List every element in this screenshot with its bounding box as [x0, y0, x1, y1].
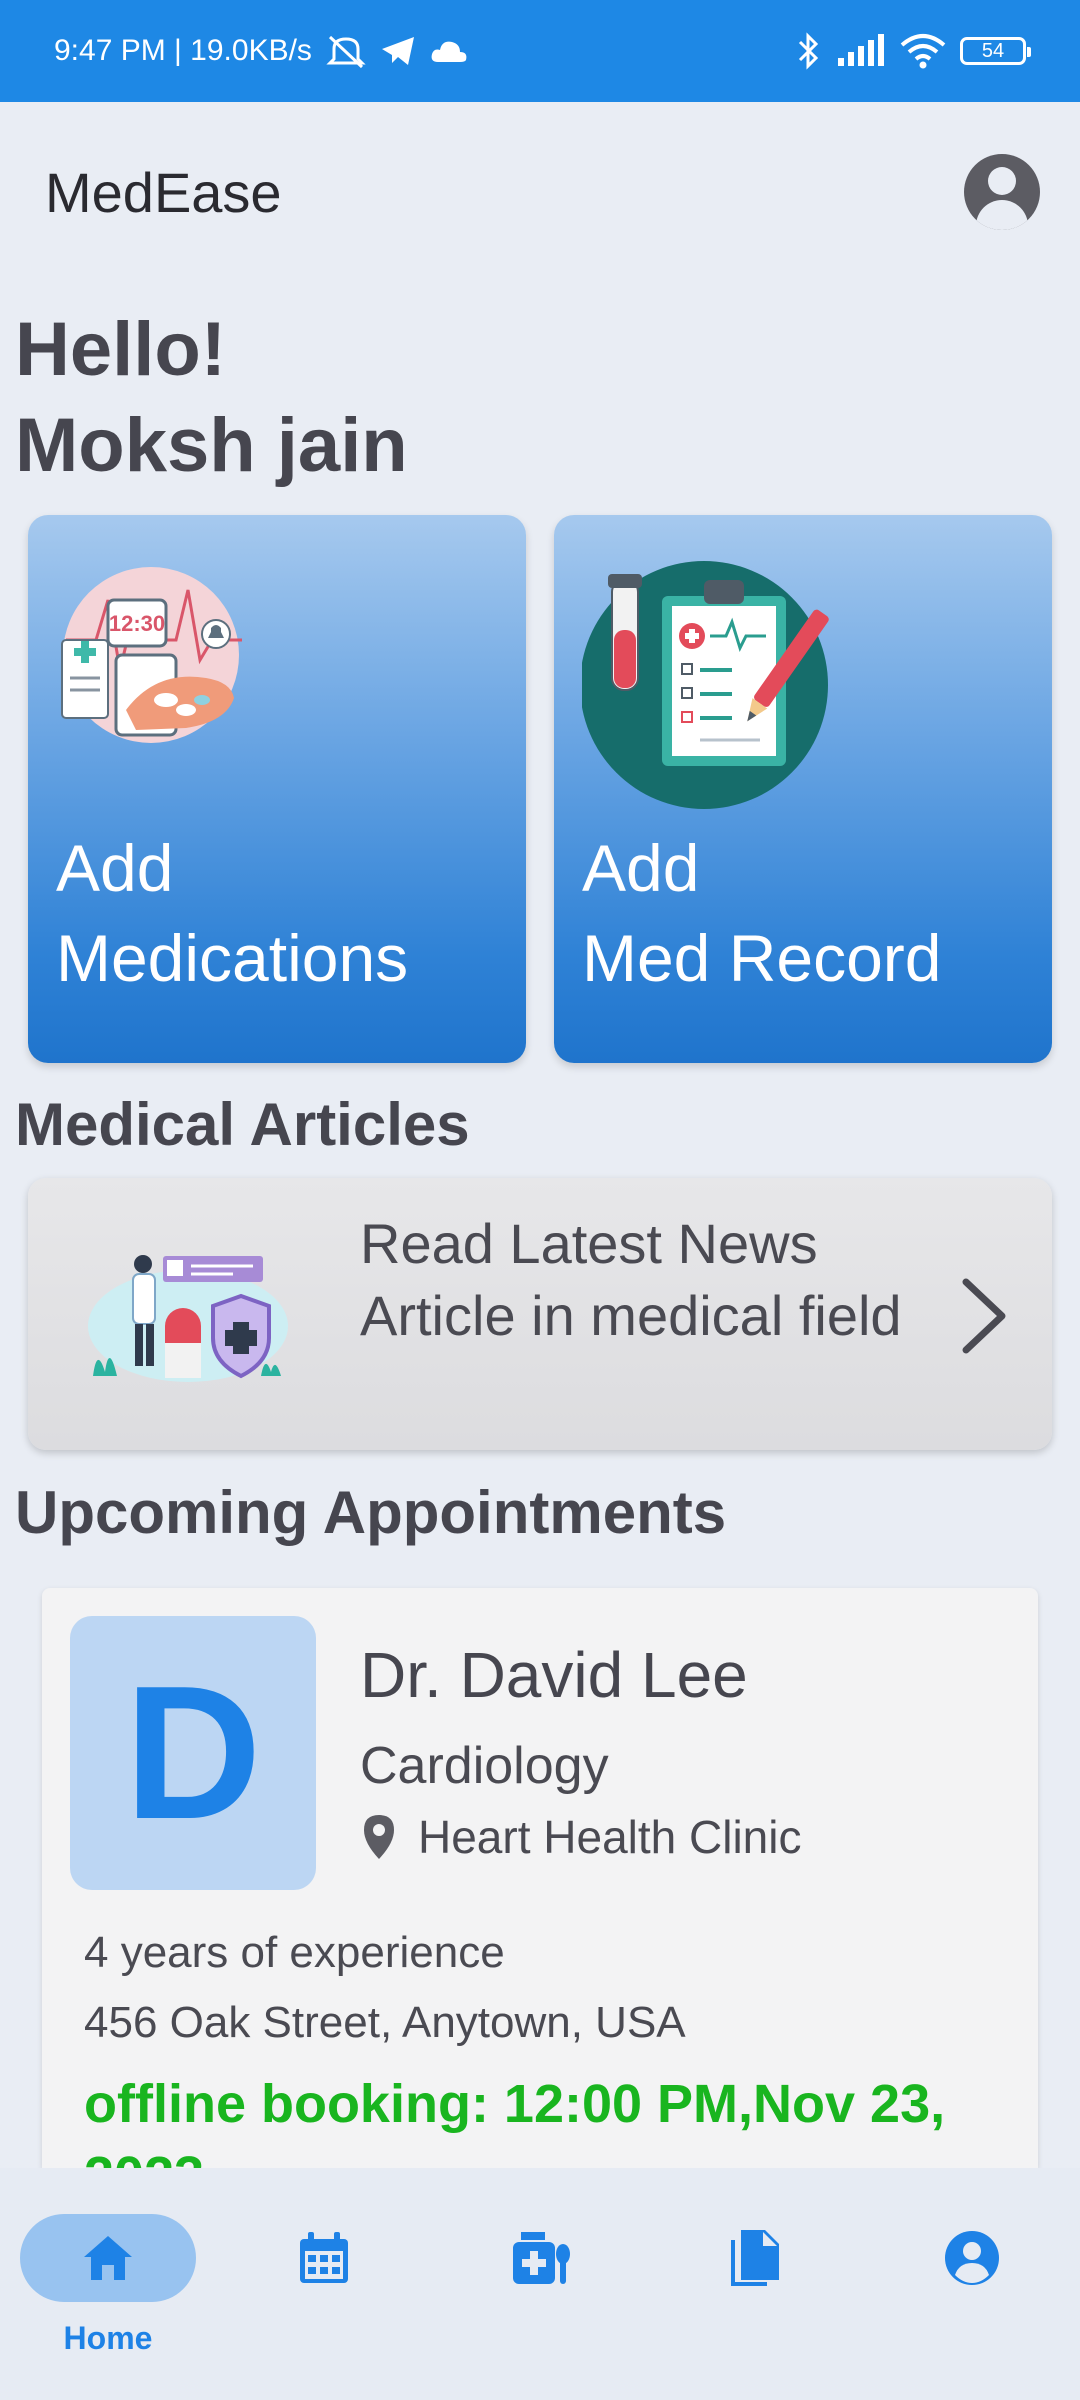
clinic-name: Heart Health Clinic: [418, 1811, 802, 1863]
add-med-record-line1: Add: [582, 831, 700, 905]
battery-icon: 54: [960, 37, 1031, 65]
status-right: 54: [796, 32, 1031, 70]
chevron-right-icon[interactable]: [956, 1274, 1012, 1358]
add-med-record-label: Add Med Record: [582, 823, 942, 1003]
nav-medicine[interactable]: [452, 2214, 628, 2364]
app-title: MedEase: [45, 160, 282, 224]
nav-home[interactable]: Home: [20, 2214, 196, 2364]
doctor-name: Dr. David Lee: [360, 1639, 748, 1711]
profile-button[interactable]: [964, 154, 1040, 230]
nav-calendar[interactable]: [236, 2214, 412, 2364]
greeting-username: Moksh jain: [15, 403, 408, 488]
cloud-icon: [431, 41, 467, 62]
doctor-avatar: D: [70, 1616, 316, 1890]
wifi-icon: [900, 34, 946, 69]
nav-documents[interactable]: [668, 2214, 844, 2364]
medications-illustration-icon: 12:30: [61, 567, 242, 743]
add-medications-line1: Add: [56, 831, 174, 905]
clinic-address: 456 Oak Street, Anytown, USA: [84, 1998, 686, 2047]
add-medications-line2: Medications: [56, 921, 409, 995]
app-bar: MedEase: [0, 102, 1080, 282]
greeting-hello: Hello!: [15, 307, 227, 392]
telegram-icon: [381, 37, 414, 65]
nav-account-pill: [884, 2214, 1060, 2302]
documents-icon: [731, 2230, 779, 2286]
article-illustration-icon: [88, 1255, 288, 1382]
bottom-navigation: Home: [0, 2168, 1080, 2400]
upcoming-appointments-heading: Upcoming Appointments: [15, 1479, 727, 1546]
account-icon: [945, 2231, 999, 2285]
medicine-icon: [513, 2232, 570, 2284]
profile-icon-body: [976, 200, 1028, 230]
profile-icon-head: [988, 167, 1016, 195]
nav-account[interactable]: [884, 2214, 1060, 2364]
location-pin-icon: [364, 1815, 394, 1859]
bluetooth-icon: [798, 32, 819, 70]
add-medications-label: Add Medications: [56, 823, 408, 1003]
nav-calendar-pill: [236, 2214, 412, 2302]
add-med-record-line2: Med Record: [582, 921, 942, 995]
med-record-illustration-icon: [582, 561, 829, 809]
nav-medicine-pill: [452, 2214, 628, 2302]
greeting: Hello! Moksh jain: [15, 302, 408, 494]
clock-time: 12:30: [109, 611, 165, 636]
doctor-experience: 4 years of experience: [84, 1928, 505, 1977]
status-bar: 9:47 PM | 19.0KB/s 54: [0, 0, 1080, 102]
nav-home-pill: [20, 2214, 196, 2302]
nav-documents-pill: [668, 2214, 844, 2302]
status-left: 9:47 PM | 19.0KB/s: [54, 33, 468, 69]
article-text: Read Latest News Article in medical fiel…: [360, 1212, 902, 1347]
medical-articles-heading: Medical Articles: [15, 1091, 470, 1158]
add-medications-card[interactable]: 12:30 Add Medications: [28, 515, 526, 1063]
signal-icon: [838, 34, 884, 66]
appointment-card[interactable]: D Dr. David Lee Cardiology Heart Health …: [42, 1588, 1038, 2168]
clinic-row: Heart Health Clinic: [362, 1810, 801, 1864]
status-time: 9:47 PM | 19.0KB/s: [54, 34, 312, 67]
article-card[interactable]: Read Latest News Article in medical fiel…: [28, 1178, 1052, 1450]
mute-icon: [326, 35, 366, 69]
add-med-record-card[interactable]: Add Med Record: [554, 515, 1052, 1063]
home-icon: [84, 2236, 132, 2280]
calendar-icon: [300, 2232, 348, 2283]
nav-home-label: Home: [63, 2320, 153, 2356]
doctor-specialty: Cardiology: [360, 1737, 609, 1795]
battery-level: 54: [981, 39, 1005, 62]
booking-info: offline booking: 12:00 PM,Nov 23, 2023: [84, 2074, 946, 2168]
